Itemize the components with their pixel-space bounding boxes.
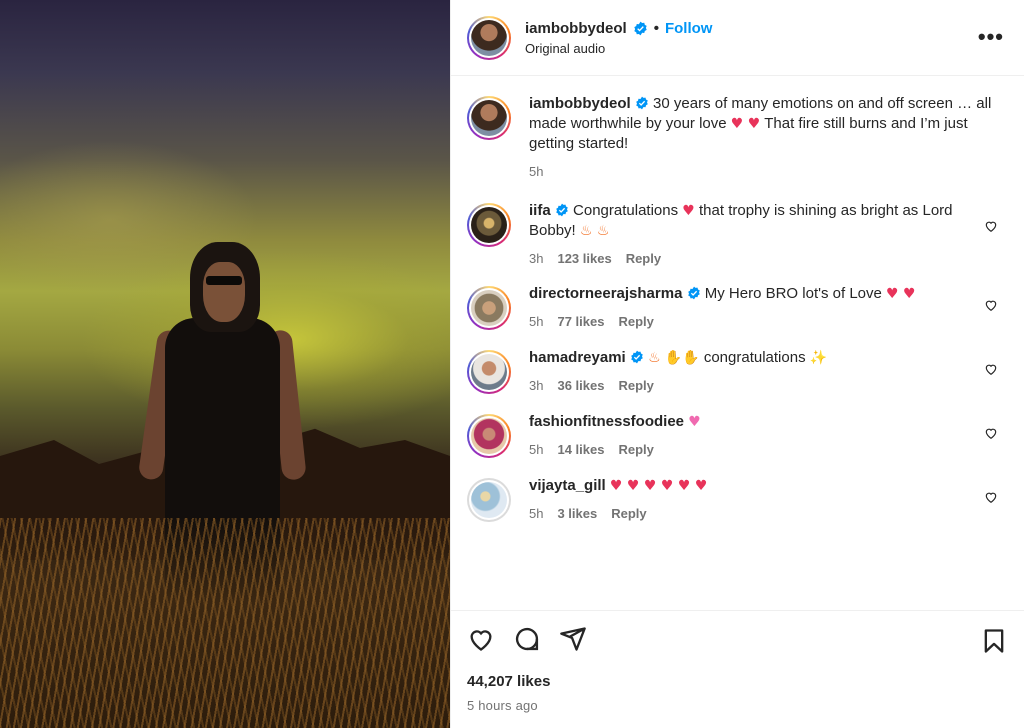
wheat-field — [0, 518, 450, 728]
comment-username[interactable]: fashionfitnessfoodiee — [529, 413, 684, 430]
comment-time: 5h — [529, 506, 544, 521]
fire-emoji-icon: ♨ — [648, 350, 661, 366]
post-actions: 44,207 likes 5 hours ago — [451, 610, 1024, 728]
audio-label[interactable]: Original audio — [525, 41, 712, 56]
comment-username[interactable]: iifa — [529, 202, 551, 219]
comment-likes[interactable]: 123 likes — [557, 251, 611, 266]
sparkling-heart-emoji-icon: ♥ — [688, 414, 701, 430]
heart-emoji-icon: ♥ ♥ ♥ ♥ ♥ ♥ — [609, 478, 708, 494]
author-username[interactable]: iambobbydeol — [525, 20, 627, 37]
verified-badge-icon — [556, 203, 568, 217]
comment-text: My Hero BRO lot's of Love — [704, 285, 882, 302]
comment-like-heart-icon[interactable] — [984, 298, 998, 312]
separator-dot: • — [653, 19, 659, 37]
verified-badge-icon — [631, 350, 643, 364]
heart-icon[interactable] — [467, 625, 495, 653]
more-options-icon[interactable]: ••• — [978, 24, 1004, 50]
comment-likes[interactable]: 36 likes — [557, 378, 604, 393]
comment-like-heart-icon[interactable] — [984, 219, 998, 233]
share-icon[interactable] — [559, 625, 587, 653]
comment-icon[interactable] — [513, 625, 541, 653]
comment-avatar[interactable] — [467, 286, 511, 330]
heart-emoji-icon: ♥ ♥ — [730, 116, 761, 132]
post-video[interactable] — [0, 0, 450, 728]
comment-like-heart-icon[interactable] — [984, 490, 998, 504]
comment-avatar[interactable] — [467, 478, 511, 522]
caption-username[interactable]: iambobbydeol — [529, 95, 631, 112]
reply-button[interactable]: Reply — [618, 442, 653, 457]
comment-item: directorneerajsharma My Hero BRO lot's o… — [467, 284, 1008, 330]
post-timestamp[interactable]: 5 hours ago — [467, 698, 1008, 713]
comment-time: 5h — [529, 314, 544, 329]
comment-likes[interactable]: 77 likes — [557, 314, 604, 329]
reply-button[interactable]: Reply — [626, 251, 661, 266]
post-detail-panel: iambobbydeol • Follow Original audio •••… — [450, 0, 1024, 728]
reply-button[interactable]: Reply — [611, 506, 646, 521]
comment-time: 3h — [529, 251, 544, 266]
comment-username[interactable]: vijayta_gill — [529, 477, 606, 494]
reply-button[interactable]: Reply — [618, 378, 653, 393]
post-header: iambobbydeol • Follow Original audio ••• — [451, 0, 1024, 76]
clap-emoji-icon: ✋✋ — [664, 350, 700, 366]
comment-time: 3h — [529, 378, 544, 393]
comment-username[interactable]: directorneerajsharma — [529, 285, 682, 302]
comment-time: 5h — [529, 442, 544, 457]
comment-like-heart-icon[interactable] — [984, 426, 998, 440]
bookmark-icon[interactable] — [980, 627, 1008, 655]
comment-avatar[interactable] — [467, 203, 511, 247]
verified-badge-icon — [687, 286, 700, 300]
author-avatar[interactable] — [467, 15, 511, 60]
fire-emoji-icon: ♨ ♨ — [579, 223, 610, 239]
comment-text: Congratulations — [573, 202, 679, 219]
verified-badge-icon — [634, 21, 647, 35]
figure-face — [203, 262, 245, 322]
figure-sunglasses — [206, 276, 242, 285]
verified-badge-icon — [636, 96, 648, 110]
caption-avatar[interactable] — [467, 96, 511, 140]
follow-button[interactable]: Follow — [665, 20, 713, 37]
comment-like-heart-icon[interactable] — [984, 362, 998, 376]
heart-emoji-icon: ♥ — [682, 203, 695, 219]
heart-emoji-icon: ♥ ♥ — [886, 286, 916, 302]
comments-list[interactable]: iambobbydeol 30 years of many emotions o… — [451, 76, 1024, 610]
comment-item: vijayta_gill ♥ ♥ ♥ ♥ ♥ ♥ 5h 3 likes Repl… — [467, 476, 1008, 522]
comment-item: iifa Congratulations ♥ that trophy is sh… — [467, 201, 1008, 266]
caption: iambobbydeol 30 years of many emotions o… — [467, 94, 1008, 179]
reply-button[interactable]: Reply — [618, 314, 653, 329]
caption-time: 5h — [529, 164, 544, 179]
comment-likes[interactable]: 14 likes — [557, 442, 604, 457]
comment-likes[interactable]: 3 likes — [557, 506, 597, 521]
comment-avatar[interactable] — [467, 350, 511, 394]
likes-count[interactable]: 44,207 likes — [467, 673, 1008, 690]
comment-item: fashionfitnessfoodiee ♥ 5h 14 likes Repl… — [467, 412, 1008, 458]
comment-username[interactable]: hamadreyami — [529, 349, 626, 366]
party-emoji-icon: ✨ — [809, 350, 828, 366]
comment-item: hamadreyami ♨ ✋✋ congratulations ✨ 3h 36… — [467, 348, 1008, 394]
comment-text: congratulations — [703, 349, 806, 366]
comment-avatar[interactable] — [467, 414, 511, 458]
